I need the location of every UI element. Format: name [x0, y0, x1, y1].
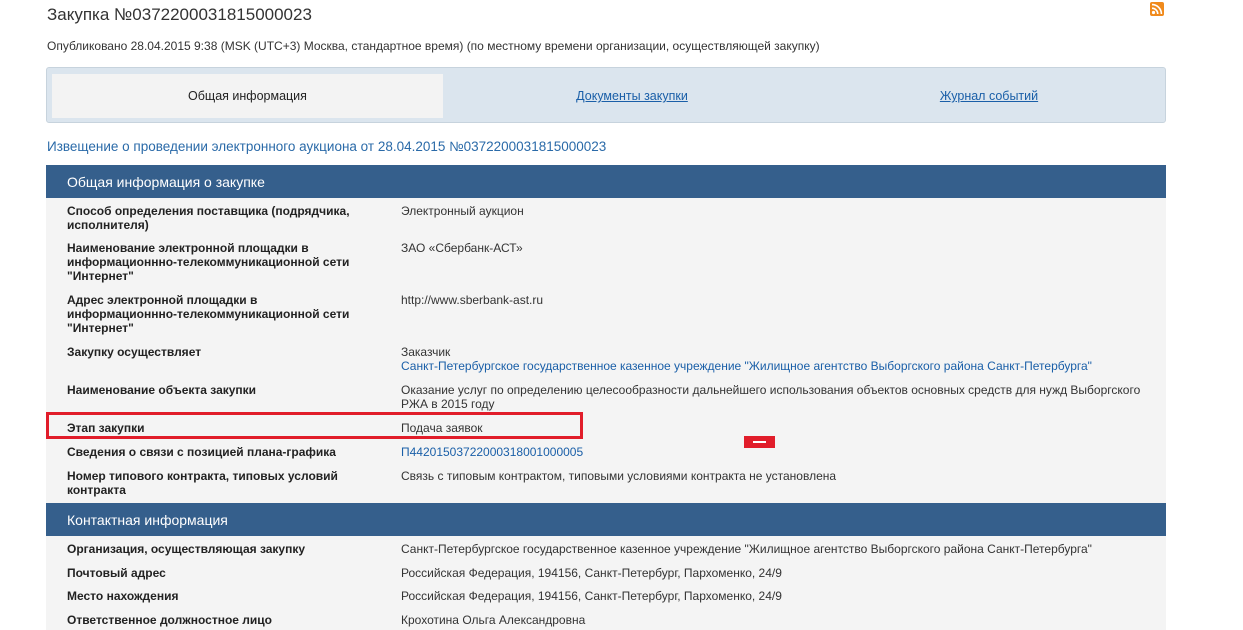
row-label: Организация, осуществляющая закупку — [67, 542, 306, 556]
published-info: Опубликовано 28.04.2015 9:38 (MSK (UTC+3… — [47, 39, 820, 53]
row-label: Закупку осуществляет — [67, 345, 202, 359]
procurer-type: Заказчик — [401, 345, 451, 359]
row-label: Место нахождения — [67, 589, 179, 603]
highlight-box-stage — [46, 412, 583, 439]
contact-info-header: Контактная информация — [46, 503, 1166, 536]
row-label: Сведения о связи с позицией плана-график… — [67, 445, 336, 459]
tab-documents[interactable]: Документы закупки — [437, 74, 827, 118]
rss-icon[interactable] — [1150, 2, 1164, 16]
row-value: http://www.sberbank-ast.ru — [401, 293, 544, 307]
row-label: Почтовый адрес — [67, 566, 166, 580]
row-label: Наименование электронной площадки в инфо… — [67, 241, 350, 283]
row-value: Заказчик Санкт-Петербургское государстве… — [401, 345, 1161, 373]
row-label: Ответственное должностное лицо — [67, 613, 272, 627]
red-marker — [744, 436, 775, 448]
tab-general-info[interactable]: Общая информация — [52, 74, 443, 118]
row-value: П44201503722000318001000005 — [401, 445, 1161, 459]
row-label: Наименование объекта закупки — [67, 383, 257, 397]
plan-schedule-link[interactable]: П44201503722000318001000005 — [401, 445, 583, 459]
row-value: Связь с типовым контрактом, типовыми усл… — [401, 469, 837, 483]
general-info-header: Общая информация о закупке — [46, 165, 1166, 198]
row-value: Санкт-Петербургское государственное казе… — [401, 542, 1092, 556]
row-value: Электронный аукцион — [401, 204, 524, 218]
row-value: Российская Федерация, 194156, Санкт-Пете… — [401, 589, 782, 603]
row-label: Номер типового контракта, типовых услови… — [67, 469, 338, 497]
tab-bar: Общая информация Документы закупки Журна… — [46, 67, 1166, 123]
tab-event-log[interactable]: Журнал событий — [799, 74, 1179, 118]
row-label: Способ определения поставщика (подрядчик… — [67, 204, 350, 232]
page-title: Закупка №0372200031815000023 — [47, 5, 312, 24]
row-value: Оказание услуг по определению целесообра… — [401, 383, 1141, 411]
notice-title: Извещение о проведении электронного аукц… — [47, 139, 607, 154]
general-info-section: Способ определения поставщика (подрядчик… — [46, 198, 1166, 503]
procurer-org-link[interactable]: Санкт-Петербургское государственное казе… — [401, 359, 1161, 373]
row-value: Крохотина Ольга Александровна — [401, 613, 586, 627]
contact-info-section: Организация, осуществляющая закупку Санк… — [46, 536, 1166, 630]
row-label: Адрес электронной площадки в информацион… — [67, 293, 350, 335]
row-value: ЗАО «Сбербанк-АСТ» — [401, 241, 523, 255]
row-value: Российская Федерация, 194156, Санкт-Пете… — [401, 566, 782, 580]
